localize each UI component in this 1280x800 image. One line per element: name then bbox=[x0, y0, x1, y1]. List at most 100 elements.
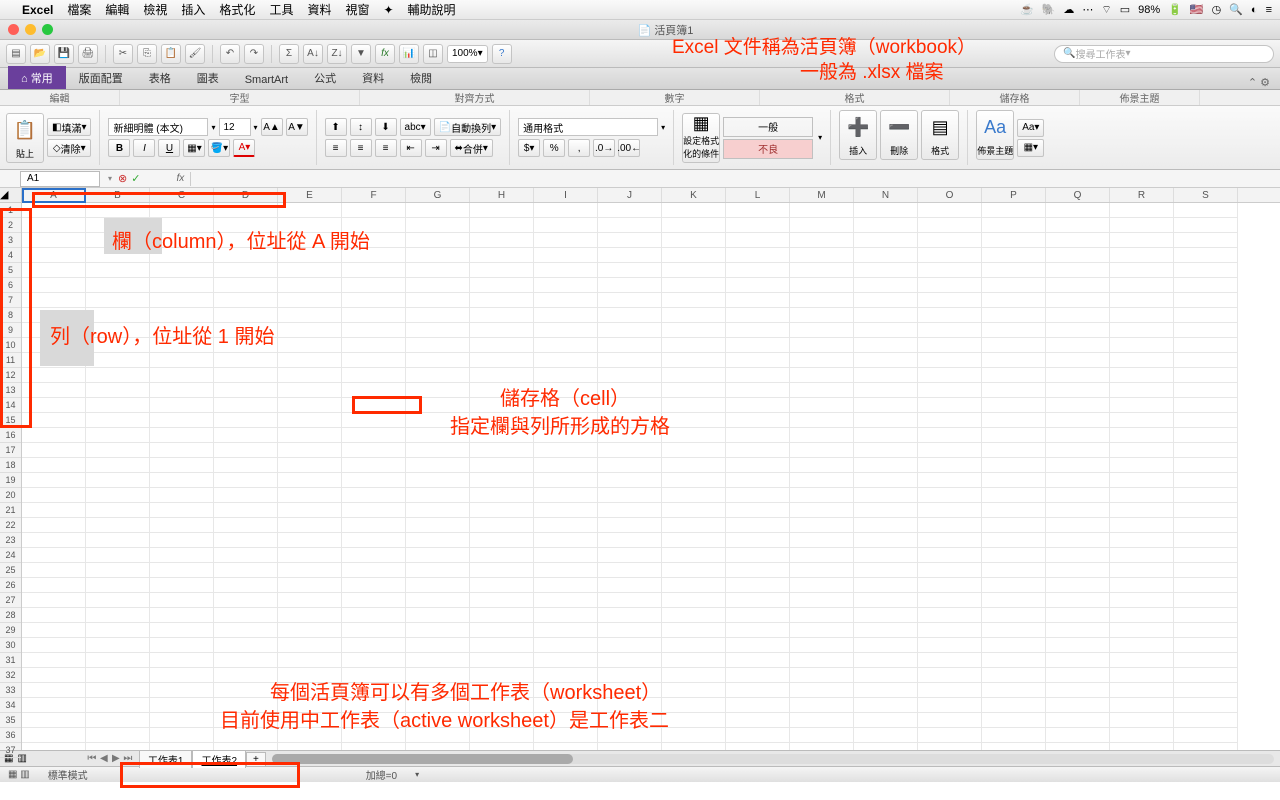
cell[interactable] bbox=[790, 458, 854, 473]
theme-aa-button[interactable]: Aa▾ bbox=[1017, 119, 1044, 137]
cell[interactable] bbox=[406, 398, 470, 413]
cell[interactable] bbox=[470, 293, 534, 308]
cell[interactable] bbox=[982, 308, 1046, 323]
cell[interactable] bbox=[982, 593, 1046, 608]
cell[interactable] bbox=[854, 698, 918, 713]
underline-button[interactable]: U bbox=[158, 139, 180, 157]
col-header-A[interactable]: A bbox=[22, 188, 86, 202]
cell[interactable] bbox=[342, 608, 406, 623]
cell[interactable] bbox=[214, 338, 278, 353]
cell[interactable] bbox=[214, 473, 278, 488]
sort-desc-button[interactable]: Z↓ bbox=[327, 44, 347, 64]
cell[interactable] bbox=[1174, 248, 1238, 263]
cell[interactable] bbox=[86, 563, 150, 578]
fill-button[interactable]: ◧ 填滿 ▾ bbox=[47, 118, 91, 136]
cell[interactable] bbox=[982, 203, 1046, 218]
cell[interactable] bbox=[1110, 653, 1174, 668]
cell[interactable] bbox=[22, 233, 86, 248]
cell[interactable] bbox=[1110, 293, 1174, 308]
cell[interactable] bbox=[1174, 323, 1238, 338]
cell[interactable] bbox=[598, 398, 662, 413]
cell[interactable] bbox=[982, 323, 1046, 338]
open-button[interactable]: 📂 bbox=[30, 44, 50, 64]
cell[interactable] bbox=[278, 518, 342, 533]
cell[interactable] bbox=[598, 323, 662, 338]
cell[interactable] bbox=[534, 248, 598, 263]
cell[interactable] bbox=[214, 323, 278, 338]
cell[interactable] bbox=[150, 443, 214, 458]
cell[interactable] bbox=[470, 623, 534, 638]
cell[interactable] bbox=[1174, 203, 1238, 218]
cell[interactable] bbox=[214, 488, 278, 503]
cell[interactable] bbox=[726, 518, 790, 533]
cell[interactable] bbox=[150, 593, 214, 608]
cell[interactable] bbox=[918, 638, 982, 653]
cell[interactable] bbox=[470, 608, 534, 623]
cell[interactable] bbox=[726, 233, 790, 248]
ribbon-collapse[interactable]: ⌃ ⚙ bbox=[1248, 76, 1280, 89]
cell[interactable] bbox=[470, 203, 534, 218]
align-middle-button[interactable]: ↕ bbox=[350, 118, 372, 136]
cell[interactable] bbox=[598, 653, 662, 668]
cell[interactable] bbox=[726, 638, 790, 653]
cell[interactable] bbox=[598, 248, 662, 263]
cell[interactable] bbox=[982, 683, 1046, 698]
cell[interactable] bbox=[470, 338, 534, 353]
cell[interactable] bbox=[342, 368, 406, 383]
cell[interactable] bbox=[406, 698, 470, 713]
cell[interactable] bbox=[726, 413, 790, 428]
cell[interactable] bbox=[1046, 203, 1110, 218]
show-button[interactable]: ◫ bbox=[423, 44, 443, 64]
cell[interactable] bbox=[1046, 563, 1110, 578]
cell[interactable] bbox=[982, 548, 1046, 563]
cell[interactable] bbox=[790, 368, 854, 383]
cell[interactable] bbox=[342, 428, 406, 443]
cell[interactable] bbox=[406, 248, 470, 263]
evernote-icon[interactable]: 🐘 bbox=[1042, 3, 1056, 16]
cell[interactable] bbox=[918, 683, 982, 698]
cell[interactable] bbox=[1174, 623, 1238, 638]
cell[interactable] bbox=[1110, 638, 1174, 653]
cell[interactable] bbox=[406, 428, 470, 443]
save-button[interactable]: 💾 bbox=[54, 44, 74, 64]
cell[interactable] bbox=[1174, 308, 1238, 323]
cell[interactable] bbox=[214, 593, 278, 608]
cell[interactable] bbox=[662, 368, 726, 383]
cell[interactable] bbox=[86, 548, 150, 563]
cell[interactable] bbox=[278, 743, 342, 750]
cell[interactable] bbox=[1110, 248, 1174, 263]
col-header-E[interactable]: E bbox=[278, 188, 342, 202]
cell[interactable] bbox=[1046, 233, 1110, 248]
app-name[interactable]: Excel bbox=[22, 3, 53, 17]
cell[interactable] bbox=[1110, 308, 1174, 323]
cell[interactable] bbox=[342, 443, 406, 458]
row-header-25[interactable]: 25 bbox=[0, 563, 21, 578]
align-top-button[interactable]: ⬆ bbox=[325, 118, 347, 136]
cell[interactable] bbox=[214, 548, 278, 563]
cell[interactable] bbox=[1046, 608, 1110, 623]
sheet-nav[interactable]: ⏮◀▶⏭ bbox=[87, 753, 133, 764]
column-headers[interactable]: ABCDEFGHIJKLMNOPQRS bbox=[22, 188, 1280, 203]
cell[interactable] bbox=[406, 683, 470, 698]
align-bottom-button[interactable]: ⬇ bbox=[375, 118, 397, 136]
cell[interactable] bbox=[534, 473, 598, 488]
cell[interactable] bbox=[790, 203, 854, 218]
cell[interactable] bbox=[598, 698, 662, 713]
cell[interactable] bbox=[726, 503, 790, 518]
cell[interactable] bbox=[534, 368, 598, 383]
cell[interactable] bbox=[86, 488, 150, 503]
cell[interactable] bbox=[918, 383, 982, 398]
cell[interactable] bbox=[406, 488, 470, 503]
cell[interactable] bbox=[598, 293, 662, 308]
cell[interactable] bbox=[534, 278, 598, 293]
cell[interactable] bbox=[150, 398, 214, 413]
font-name-select[interactable]: 新細明體 (本文) bbox=[108, 118, 208, 136]
row-header-11[interactable]: 11 bbox=[0, 353, 21, 368]
cell[interactable] bbox=[918, 248, 982, 263]
col-header-J[interactable]: J bbox=[598, 188, 662, 202]
cell[interactable] bbox=[726, 263, 790, 278]
wifi-icon[interactable]: ⌔ bbox=[1101, 3, 1111, 17]
cell[interactable] bbox=[726, 203, 790, 218]
row-header-3[interactable]: 3 bbox=[0, 233, 21, 248]
cell[interactable] bbox=[1174, 338, 1238, 353]
